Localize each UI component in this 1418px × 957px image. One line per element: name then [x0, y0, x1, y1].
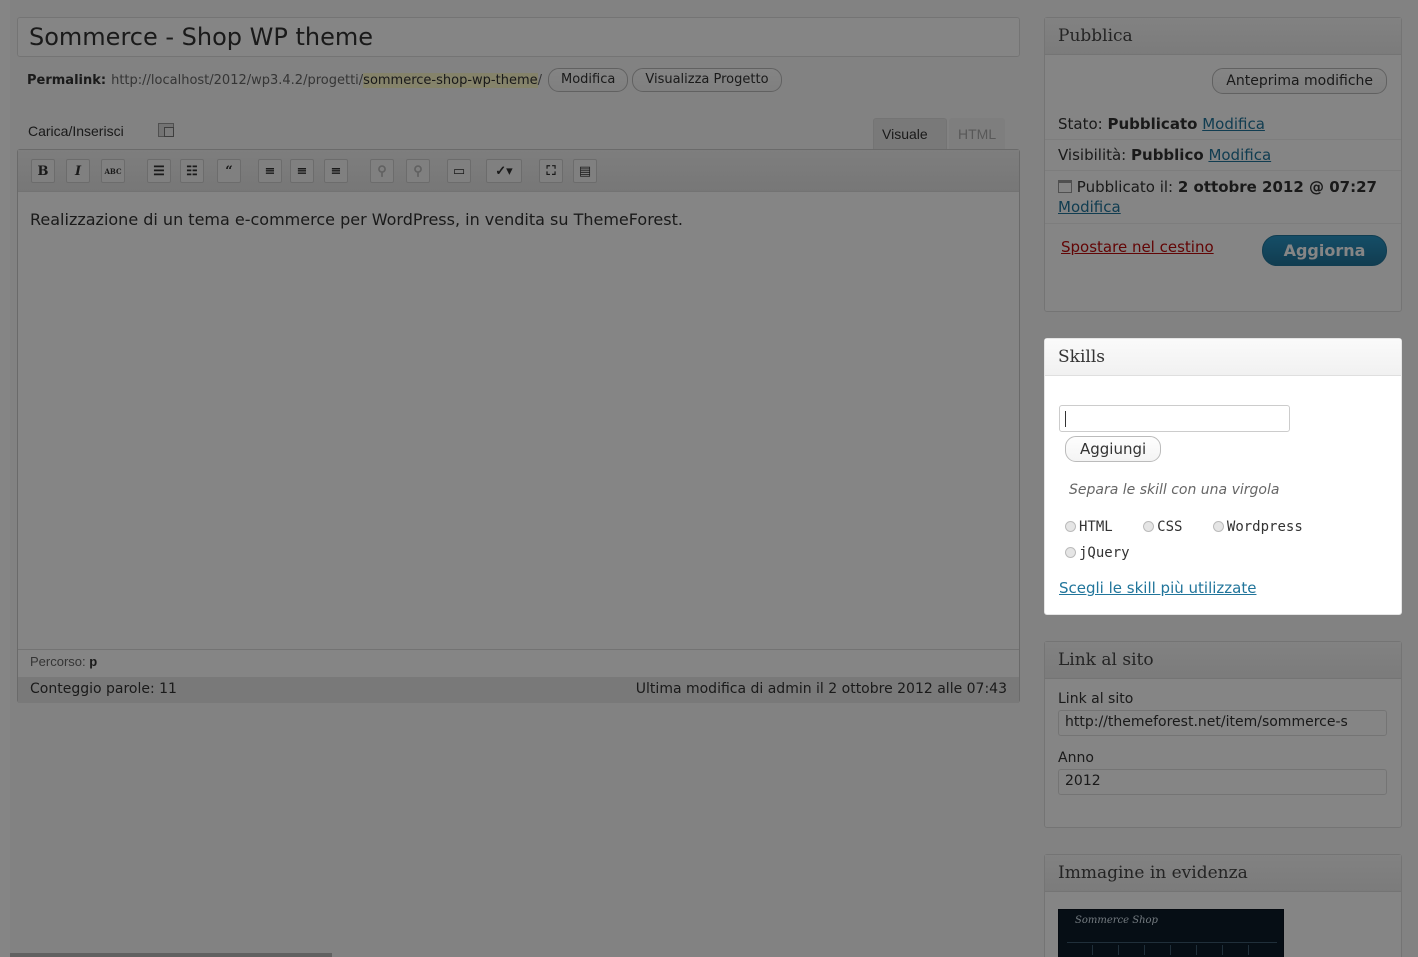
skills-box: Skills Aggiungi Separa le skill con una …: [1044, 338, 1402, 615]
move-to-trash-link[interactable]: Spostare nel cestino: [1061, 238, 1214, 256]
year-input[interactable]: 2012: [1058, 769, 1387, 795]
permalink-tail: /: [537, 72, 542, 88]
permalink-base: http://localhost/2012/wp3.4.2/progetti/: [111, 72, 364, 88]
site-url-input[interactable]: http://themeforest.net/item/sommerce-s: [1058, 710, 1387, 736]
skill-tag-label: HTML: [1079, 519, 1113, 535]
publish-box: Pubblica Anteprima modifiche Stato: Pubb…: [1044, 17, 1402, 312]
content-editor: B I ABC ☰ ☷ “ ≡ ≡ ≡ ⚲ ⚲ ▭ ✓▾ ⛶ ▤ Realizzazione di un t…: [17, 149, 1020, 703]
path-value[interactable]: p: [89, 654, 97, 669]
skill-tag: Wordpress: [1212, 514, 1303, 540]
editor-header: Carica/Inserisci Visuale HTML: [27, 118, 1020, 149]
spellcheck-icon[interactable]: ✓▾: [486, 159, 522, 183]
published-label: Pubblicato il:: [1076, 178, 1174, 196]
remove-tag-icon[interactable]: [1065, 547, 1076, 558]
numbered-list-icon[interactable]: ☷: [180, 159, 204, 183]
preview-changes-button[interactable]: Anteprima modifiche: [1212, 68, 1387, 94]
publish-actions: Spostare nel cestino Aggiorna: [1045, 224, 1401, 276]
edit-status-link[interactable]: Modifica: [1202, 115, 1265, 133]
word-count: Conteggio parole: 11: [30, 681, 177, 697]
visibility-row: Visibilità: Pubblico Modifica: [1045, 140, 1401, 171]
blockquote-icon[interactable]: “: [217, 159, 241, 183]
word-count-bar: Conteggio parole: 11 Ultima modifica di …: [18, 677, 1019, 703]
permalink-slug[interactable]: sommerce-shop-wp-theme: [363, 72, 538, 88]
horizontal-scrollbar[interactable]: [10, 953, 332, 957]
last-edit-info: Ultima modifica di admin il 2 ottobre 20…: [635, 681, 1007, 697]
skill-tag-list: HTML CSS Wordpress jQuery: [1065, 514, 1365, 566]
status-row: Stato: Pubblicato Modifica: [1045, 109, 1401, 140]
published-date-row: Pubblicato il: 2 ottobre 2012 @ 07:27 Mo…: [1045, 171, 1401, 224]
status-label: Stato:: [1058, 115, 1103, 133]
post-title-input[interactable]: Sommerce - Shop WP theme: [17, 17, 1020, 57]
align-center-icon[interactable]: ≡: [290, 159, 314, 183]
thumbnail-logo: Sommerce Shop: [1075, 915, 1158, 926]
fullscreen-icon[interactable]: ⛶: [539, 159, 563, 183]
kitchen-sink-icon[interactable]: ▤: [573, 159, 597, 183]
publish-box-title[interactable]: Pubblica: [1045, 18, 1401, 55]
editor-path-bar: Percorso: p: [18, 649, 1019, 676]
skill-tag: HTML: [1065, 514, 1113, 540]
view-project-button[interactable]: Visualizza Progetto: [632, 68, 782, 92]
skill-tag-label: jQuery: [1079, 545, 1130, 561]
skill-tag: jQuery: [1065, 540, 1130, 566]
align-left-icon[interactable]: ≡: [258, 159, 282, 183]
editor-toolbar: B I ABC ☰ ☷ “ ≡ ≡ ≡ ⚲ ⚲ ▭ ✓▾ ⛶ ▤: [18, 150, 1019, 192]
editor-content-area[interactable]: Realizzazione di un tema e-commerce per …: [18, 193, 1019, 648]
site-link-box: Link al sito Link al sito http://themefo…: [1044, 641, 1402, 828]
add-skill-button[interactable]: Aggiungi: [1065, 436, 1162, 462]
bullet-list-icon[interactable]: ☰: [147, 159, 171, 183]
update-button[interactable]: Aggiorna: [1262, 235, 1387, 266]
unlink-icon[interactable]: ⚲: [406, 159, 430, 183]
italic-icon[interactable]: I: [66, 159, 90, 183]
skill-tag: CSS: [1143, 514, 1182, 540]
add-media-icon[interactable]: [158, 123, 174, 137]
featured-image-title[interactable]: Immagine in evidenza: [1045, 855, 1401, 892]
insert-link-icon[interactable]: ⚲: [370, 159, 394, 183]
permalink-label: Permalink:: [27, 72, 107, 88]
skill-tag-label: Wordpress: [1226, 519, 1303, 535]
featured-image-thumbnail[interactable]: Sommerce Shop: [1058, 909, 1284, 957]
path-label: Percorso:: [30, 654, 86, 669]
preview-row: Anteprima modifiche: [1045, 55, 1401, 109]
calendar-icon: [1058, 180, 1072, 193]
status-value: Pubblicato: [1107, 115, 1198, 133]
remove-tag-icon[interactable]: [1065, 521, 1076, 532]
skill-input[interactable]: [1059, 405, 1290, 432]
tab-visual[interactable]: Visuale: [873, 118, 947, 149]
permalink-row: Permalink: http://localhost/2012/wp3.4.2…: [27, 66, 782, 94]
visibility-label: Visibilità:: [1058, 146, 1127, 164]
year-label: Anno: [1058, 750, 1094, 766]
edit-permalink-button[interactable]: Modifica: [548, 68, 629, 92]
site-link-box-title[interactable]: Link al sito: [1045, 642, 1401, 679]
tab-html[interactable]: HTML: [949, 118, 1005, 149]
upload-insert-label: Carica/Inserisci: [28, 123, 124, 139]
published-value: 2 ottobre 2012 @ 07:27: [1177, 178, 1377, 196]
more-tag-icon[interactable]: ▭: [447, 159, 471, 183]
skill-hint: Separa le skill con una virgola: [1069, 482, 1280, 498]
featured-image-box: Immagine in evidenza Sommerce Shop: [1044, 854, 1402, 957]
thumbnail-nav: [1067, 942, 1277, 955]
edit-visibility-link[interactable]: Modifica: [1208, 146, 1271, 164]
bold-icon[interactable]: B: [31, 159, 55, 183]
align-right-icon[interactable]: ≡: [324, 159, 348, 183]
visibility-value: Pubblico: [1131, 146, 1204, 164]
remove-tag-icon[interactable]: [1212, 521, 1224, 532]
skill-tag-label: CSS: [1157, 519, 1183, 535]
most-used-skills-link[interactable]: Scegli le skill più utilizzate: [1059, 579, 1256, 597]
site-url-label: Link al sito: [1058, 691, 1134, 707]
skills-box-title[interactable]: Skills: [1045, 339, 1401, 376]
remove-tag-icon[interactable]: [1143, 521, 1155, 532]
strikethrough-icon[interactable]: ABC: [101, 159, 125, 183]
edit-date-link[interactable]: Modifica: [1058, 198, 1121, 216]
